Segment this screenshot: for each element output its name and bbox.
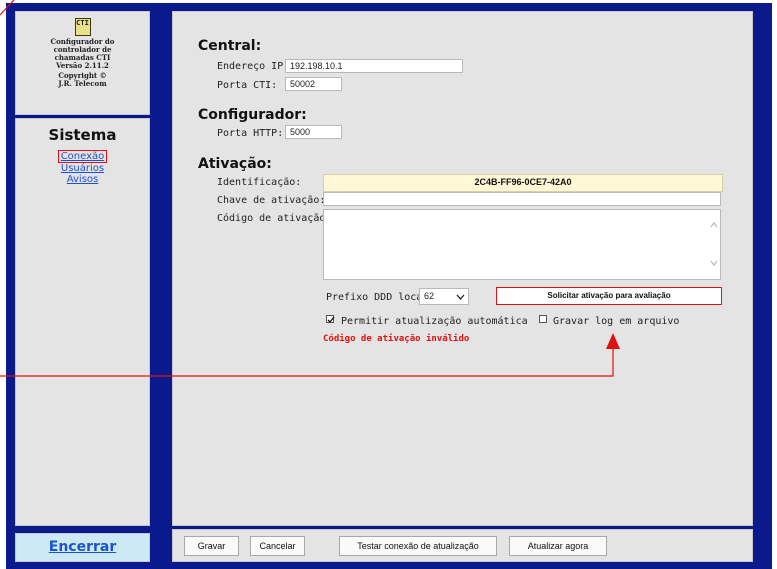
log-checkbox[interactable] — [539, 315, 547, 323]
id-value: 2C4B-FF96-0CE7-42A0 — [323, 174, 723, 192]
ip-input[interactable]: 192.198.10.1 — [285, 59, 463, 73]
sidebar-item-avisos[interactable]: Avisos — [16, 174, 149, 185]
ativacao-heading: Ativação: — [198, 156, 272, 172]
cancel-button[interactable]: Cancelar — [250, 536, 305, 556]
cti-port-input[interactable]: 50002 — [285, 77, 342, 91]
request-activation-button[interactable]: Solicitar ativação para avaliação — [496, 287, 722, 305]
sidebar-section-title: Sistema — [48, 126, 117, 144]
sidebar-item-usuarios[interactable]: Usuários — [16, 163, 149, 174]
company-line: J.R. Telecom — [58, 79, 107, 88]
sidebar-info-panel: CTI Configurador do controlador de chama… — [15, 11, 150, 115]
activation-key-input[interactable] — [323, 192, 721, 206]
update-now-button[interactable]: Atualizar agora — [509, 536, 607, 556]
scroll-down-icon[interactable] — [710, 260, 718, 266]
activation-code-label: Código de ativação: — [217, 213, 332, 224]
central-heading: Central: — [198, 38, 262, 54]
app-info: Configurador do controlador de chamadas … — [16, 38, 149, 88]
ddd-select[interactable]: 62 — [419, 288, 469, 305]
activation-code-textarea[interactable] — [323, 209, 721, 280]
sidebar-item-conexao[interactable]: Conexão — [57, 150, 108, 163]
activation-error: Código de ativação inválido — [323, 334, 470, 344]
logout-link[interactable]: Encerrar — [49, 539, 116, 555]
chevron-down-icon — [456, 294, 465, 300]
configurador-heading: Configurador: — [198, 107, 307, 123]
cti-port-label: Porta CTI: — [217, 80, 278, 91]
ip-label: Endereço IP: — [217, 61, 290, 72]
auto-update-checkbox[interactable] — [326, 315, 335, 323]
http-port-input[interactable]: 5000 — [285, 125, 342, 139]
test-connection-button[interactable]: Testar conexão de atualização — [339, 536, 497, 556]
http-port-label: Porta HTTP: — [217, 128, 284, 139]
activation-key-label: Chave de ativação: — [217, 195, 326, 206]
checkmark-icon — [327, 316, 335, 323]
version-line: Versão 2.11.2 — [56, 61, 109, 70]
cti-logo-icon: CTI — [74, 18, 91, 36]
auto-update-label: Permitir atualização automática — [341, 316, 528, 327]
logout-panel: Encerrar — [15, 533, 150, 562]
id-label: Identificação: — [217, 177, 302, 188]
scroll-up-icon[interactable] — [710, 222, 718, 228]
save-button[interactable]: Gravar — [184, 536, 239, 556]
ddd-value: 62 — [424, 291, 435, 301]
sidebar-nav: Sistema Conexão Usuários Avisos — [15, 118, 150, 526]
log-label: Gravar log em arquivo — [553, 316, 680, 327]
